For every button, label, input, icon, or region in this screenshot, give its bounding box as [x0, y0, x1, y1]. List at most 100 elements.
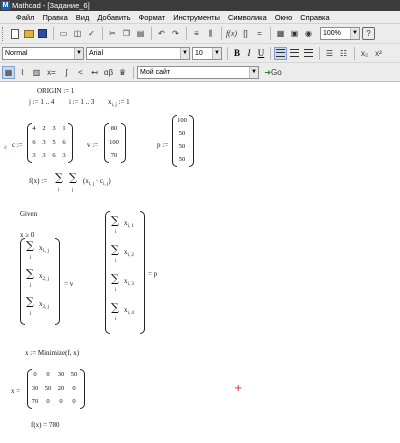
range-i[interactable]: i := 1 .. 3: [69, 98, 94, 106]
f-result[interactable]: f(x) = 780: [31, 421, 59, 429]
align-across-button[interactable]: ≡: [190, 27, 203, 40]
f-body: (xi, j · ci, j): [83, 177, 111, 187]
bullet-list-icon: ☰: [325, 48, 334, 58]
c-cell: 3: [32, 152, 36, 159]
align-right-button[interactable]: [302, 47, 315, 60]
col-sum-index: i: [115, 259, 117, 264]
col-sum-symbol: ∑: [111, 243, 119, 256]
menu-format[interactable]: Формат: [135, 11, 170, 24]
menu-edit[interactable]: Правка: [38, 11, 71, 24]
x-cell: 0: [59, 398, 63, 405]
resource-site-select[interactable]: Мой сайт ▼: [137, 65, 259, 79]
subscript-button[interactable]: x₂: [358, 47, 371, 60]
resources-icon: ◉: [305, 29, 312, 38]
c-cell: 3: [42, 139, 46, 146]
go-button[interactable]: ➜ Go: [261, 66, 285, 79]
origin-definition[interactable]: ORIGIN := 1: [37, 87, 74, 95]
x-init[interactable]: xi, j := 1: [108, 98, 130, 108]
c-cell: 3: [52, 125, 56, 132]
menu-help[interactable]: Справка: [296, 11, 333, 24]
folder-icon: [23, 29, 34, 38]
separator: [186, 27, 187, 40]
boolean-palette-button[interactable]: <: [74, 66, 87, 79]
insert-function-button[interactable]: f(x): [225, 27, 238, 40]
numbering-button[interactable]: ☷: [337, 47, 350, 60]
title-bar: M Mathcad - [Задание_6]: [0, 0, 400, 11]
row-sum-symbol: ∑: [26, 267, 34, 280]
align-left-button[interactable]: [274, 46, 287, 60]
print-preview-button[interactable]: ◫: [71, 27, 84, 40]
v-cell: 80: [110, 125, 118, 132]
calculus-palette-button[interactable]: ∫: [60, 66, 73, 79]
f-definition-label[interactable]: f(x) :=: [29, 177, 47, 185]
math-toolbar: ▦ ⌇ ▥ x= ∫ < ↤ αβ ♛ Мой сайт ▼ ➜ Go: [0, 63, 400, 82]
evaluation-palette-button[interactable]: x=: [44, 66, 59, 79]
copy-button[interactable]: ❐: [120, 27, 133, 40]
menu-symbolics[interactable]: Символика: [224, 11, 271, 24]
greek-palette-button[interactable]: αβ: [102, 66, 115, 79]
help-button[interactable]: ?: [362, 27, 375, 40]
paste-button[interactable]: ▤: [134, 27, 147, 40]
bullets-button[interactable]: ☰: [323, 47, 336, 60]
menu-tools[interactable]: Инструменты: [169, 11, 224, 24]
bold-button[interactable]: B: [231, 47, 243, 60]
separator: [270, 46, 271, 60]
save-button[interactable]: [36, 27, 49, 40]
zoom-select[interactable]: 100% ▼: [320, 27, 360, 40]
undo-button[interactable]: ↶: [155, 27, 168, 40]
spell-check-button[interactable]: ✓: [85, 27, 98, 40]
c-cell: 6: [32, 139, 36, 146]
c-cell: 3: [42, 152, 46, 159]
open-button[interactable]: [22, 27, 35, 40]
insert-unit-button[interactable]: []: [239, 27, 252, 40]
superscript-button[interactable]: x²: [372, 47, 385, 60]
menu-insert[interactable]: Добавить: [93, 11, 134, 24]
standard-toolbar: ▭ ◫ ✓ ✂ ❐ ▤ ↶ ↷ ≡ ⫼ f(x) [] = ▦ ▣ ◉ 100%…: [0, 24, 400, 44]
cols-left-bracket: [105, 211, 110, 334]
scissors-icon: ✂: [109, 29, 116, 38]
range-j[interactable]: j := 1 .. 4: [29, 98, 54, 106]
col-sum-symbol: ∑: [111, 272, 119, 285]
programming-palette-button[interactable]: ↤: [88, 66, 101, 79]
minimize-statement[interactable]: x := Minimize(f, x): [25, 349, 79, 357]
calculator-palette-button[interactable]: ▦: [2, 65, 15, 79]
component-icon: ▣: [290, 29, 299, 38]
x-init-val: := 1: [116, 98, 130, 106]
c-cell: 6: [62, 139, 66, 146]
font-size-select[interactable]: 10 ▼: [192, 46, 222, 60]
unit-icon: []: [243, 29, 248, 38]
print-button[interactable]: ▭: [57, 27, 70, 40]
font-select[interactable]: Arial ▼: [86, 46, 190, 60]
insert-component-button[interactable]: ▣: [288, 27, 301, 40]
print-icon: ▭: [59, 29, 68, 38]
new-document-button[interactable]: [8, 27, 21, 40]
col-constraint-eq: = p: [148, 270, 158, 278]
col-sum-symbol: ∑: [111, 214, 119, 227]
help-icon: ?: [366, 29, 371, 38]
resources-button[interactable]: ◉: [302, 27, 315, 40]
redo-icon: ↷: [172, 29, 179, 38]
align-down-button[interactable]: ⫼: [204, 27, 217, 40]
equals-button[interactable]: =: [253, 27, 266, 40]
col-sum-symbol: ∑: [111, 301, 119, 314]
underline-button[interactable]: U: [255, 47, 267, 60]
menu-window[interactable]: Окно: [271, 11, 296, 24]
style-select[interactable]: Normal ▼: [2, 46, 84, 60]
redo-button[interactable]: ↷: [169, 27, 182, 40]
rows-left-bracket: [20, 238, 25, 325]
row-sum-symbol: ∑: [26, 295, 34, 308]
align-center-button[interactable]: [288, 47, 301, 60]
toolbar-grip[interactable]: [2, 26, 5, 41]
graph-palette-button[interactable]: ⌇: [16, 66, 29, 79]
menu-file[interactable]: Файл: [0, 11, 38, 24]
insert-graph-button[interactable]: ▦: [274, 27, 287, 40]
symbolic-palette-button[interactable]: ♛: [116, 66, 129, 79]
given-keyword[interactable]: Given: [20, 210, 37, 218]
matrix-palette-button[interactable]: ▥: [30, 66, 43, 79]
worksheet[interactable]: ORIGIN := 1 j := 1 .. 4 i := 1 .. 3 xi, …: [0, 83, 400, 443]
italic-button[interactable]: I: [243, 47, 255, 60]
superscript-icon: x²: [375, 48, 382, 58]
row-sum-term: x3, j: [39, 300, 49, 310]
menu-view[interactable]: Вид: [72, 11, 94, 24]
cut-button[interactable]: ✂: [106, 27, 119, 40]
